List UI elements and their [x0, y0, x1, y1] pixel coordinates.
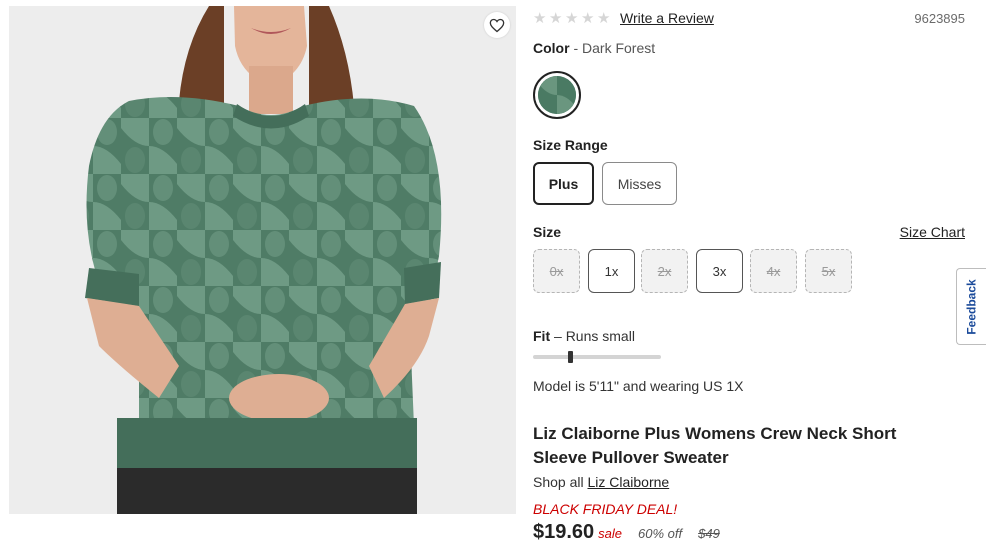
size-option-0x[interactable]: 0x — [533, 249, 580, 293]
write-review-link[interactable]: Write a Review — [620, 10, 714, 26]
size-range-label: Size Range — [533, 137, 608, 153]
product-image[interactable] — [9, 6, 516, 514]
fit-marker — [568, 351, 573, 363]
deal-badge: BLACK FRIDAY DEAL! — [533, 501, 678, 517]
fit-row: Fit – Runs small — [533, 328, 635, 344]
star-icon: ★ — [533, 9, 547, 27]
fit-separator: – — [550, 328, 566, 344]
brand-link[interactable]: Liz Claiborne — [587, 474, 669, 490]
fit-value: Runs small — [565, 328, 635, 344]
sku-number: 9623895 — [914, 10, 965, 26]
swatch-fill — [538, 76, 576, 114]
rating-row: ★ ★ ★ ★ ★ Write a Review 9623895 — [533, 8, 965, 28]
original-price: $49 — [698, 526, 720, 541]
shop-all-row: Shop all Liz Claiborne — [533, 474, 669, 490]
product-details: ★ ★ ★ ★ ★ Write a Review 9623895 Color -… — [533, 0, 965, 551]
star-icon: ★ — [597, 9, 611, 27]
size-option-5x[interactable]: 5x — [805, 249, 852, 293]
star-rating[interactable]: ★ ★ ★ ★ ★ — [533, 11, 612, 26]
size-label: Size — [533, 224, 562, 240]
size-option-4x[interactable]: 4x — [750, 249, 797, 293]
size-option-1x[interactable]: 1x — [588, 249, 635, 293]
fit-label: Fit — [533, 328, 551, 344]
discount-percent: 60% off — [638, 526, 683, 541]
size-range-plus-button[interactable]: Plus — [533, 162, 594, 205]
size-option-3x[interactable]: 3x — [696, 249, 743, 293]
color-value: Dark Forest — [582, 40, 656, 56]
star-icon: ★ — [565, 9, 579, 27]
heart-outline-icon — [489, 18, 505, 32]
size-range-misses-button[interactable]: Misses — [602, 162, 677, 205]
shop-all-prefix: Shop all — [533, 474, 588, 490]
favorite-button[interactable] — [484, 12, 510, 38]
color-separator: - — [569, 40, 583, 56]
model-info: Model is 5'11" and wearing US 1X — [533, 378, 744, 394]
size-chart-link[interactable]: Size Chart — [900, 224, 965, 240]
color-swatch-dark-forest[interactable] — [533, 71, 581, 119]
star-icon: ★ — [581, 9, 595, 27]
feedback-label: Feedback — [964, 278, 979, 335]
size-option-2x[interactable]: 2x — [641, 249, 688, 293]
color-label: Color — [533, 40, 570, 56]
fit-scale — [533, 351, 661, 363]
price-row: $19.60 sale 60% off $49 — [533, 521, 720, 544]
product-title: Liz Claiborne Plus Womens Crew Neck Shor… — [533, 424, 897, 467]
sale-price: $19.60 — [533, 521, 595, 543]
feedback-tab[interactable]: Feedback — [956, 268, 986, 345]
product-photo — [9, 6, 516, 514]
star-icon: ★ — [549, 9, 563, 27]
sale-tag: sale — [598, 526, 623, 541]
color-row: Color - Dark Forest — [533, 40, 655, 56]
